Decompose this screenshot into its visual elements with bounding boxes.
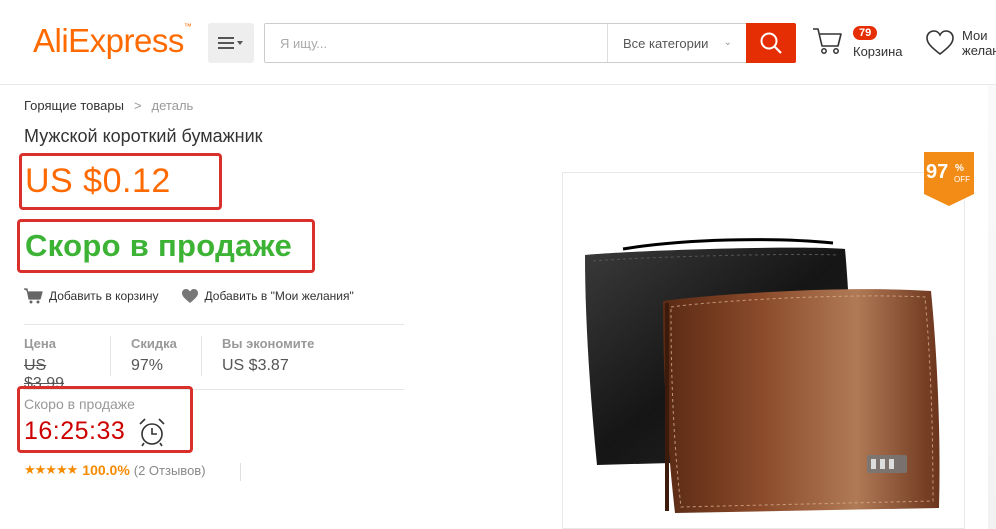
- divider-top: [24, 324, 404, 325]
- coming-soon-status: Скоро в продаже: [25, 228, 293, 263]
- wishlist-label: Мои желан: [962, 28, 996, 58]
- category-menu-button[interactable]: [208, 23, 254, 63]
- stat-save-value: US $3.87: [222, 357, 289, 374]
- product-title: Мужской короткий бумажник: [24, 126, 263, 146]
- breadcrumb-current: деталь: [151, 98, 194, 113]
- rating-stars: ★★★★★: [24, 462, 78, 477]
- stat-discount-value: 97%: [131, 357, 164, 374]
- discount-badge: 97 % OFF: [924, 152, 974, 206]
- wallet-image: [585, 238, 940, 513]
- cart-icon: [813, 28, 842, 54]
- review-count[interactable]: (2 Отзывов): [134, 463, 206, 478]
- rating-divider: [240, 463, 241, 481]
- alarm-clock-icon: [139, 418, 165, 447]
- search-icon: [760, 32, 782, 54]
- stat-savings: Вы экономите US $3.87: [222, 336, 334, 393]
- wishlist-label-line2: желан: [962, 43, 996, 58]
- heart-icon: [926, 30, 954, 56]
- discount-badge-tail: [924, 194, 974, 206]
- category-select[interactable]: Все категории ⌄: [607, 24, 746, 62]
- cart-icon: [24, 288, 43, 304]
- breadcrumb-root[interactable]: Горящие товары: [24, 98, 124, 113]
- stat-divider: [201, 336, 202, 376]
- discount-badge-percent: %: [955, 163, 964, 174]
- price-stats: Цена US $3.99 Скидка 97% Вы экономите US…: [24, 336, 334, 393]
- add-to-wishlist-button[interactable]: Добавить в "Мои желания": [181, 288, 354, 304]
- category-select-label: Все категории: [623, 35, 709, 51]
- countdown-timer: 16:25:33: [24, 417, 126, 445]
- wishlist-link[interactable]: Мои желан: [925, 24, 996, 64]
- logo-text: AliExpress: [33, 22, 184, 59]
- breadcrumb-separator: >: [133, 98, 142, 113]
- search-bar: Все категории ⌄: [264, 23, 796, 63]
- discount-badge-number: 97: [926, 161, 949, 183]
- stat-divider: [110, 336, 111, 376]
- search-input[interactable]: [265, 24, 607, 62]
- heart-icon: [181, 289, 198, 303]
- site-header: AliExpress™ Все категории ⌄ 79 Корзи: [0, 0, 996, 85]
- stat-discount-header: Скидка: [131, 336, 177, 351]
- wishlist-label-line1: Мои: [962, 28, 988, 43]
- stat-discount: Скидка 97%: [131, 336, 201, 393]
- cart-label: Корзина: [853, 44, 903, 59]
- add-to-wishlist-label: Добавить в "Мои желания": [204, 289, 354, 303]
- discount-badge-off: OFF: [954, 175, 970, 184]
- cart-link[interactable]: 79 Корзина: [812, 24, 912, 64]
- product-image[interactable]: [562, 172, 965, 529]
- hamburger-icon: [218, 37, 243, 49]
- stat-price-header: Цена: [24, 336, 56, 351]
- product-rating[interactable]: ★★★★★ 100.0% (2 Отзывов): [24, 462, 206, 478]
- trademark-mark: ™: [183, 22, 192, 31]
- cart-count-badge: 79: [853, 26, 878, 40]
- stat-original-price: Цена US $3.99: [24, 336, 110, 393]
- product-actions: Добавить в корзину Добавить в "Мои желан…: [24, 288, 376, 304]
- search-button[interactable]: [746, 23, 796, 63]
- timer-label: Скоро в продаже: [24, 396, 135, 412]
- aliexpress-logo[interactable]: AliExpress™: [33, 22, 192, 60]
- chevron-down-icon: ⌄: [723, 37, 732, 48]
- add-to-cart-label: Добавить в корзину: [49, 289, 159, 303]
- product-price: US $0.12: [25, 162, 171, 200]
- add-to-cart-button[interactable]: Добавить в корзину: [24, 288, 159, 304]
- rating-percent: 100.0%: [82, 462, 130, 478]
- stat-save-header: Вы экономите: [222, 336, 315, 351]
- breadcrumb: Горящие товары > деталь: [24, 98, 193, 113]
- page-edge: [988, 85, 996, 529]
